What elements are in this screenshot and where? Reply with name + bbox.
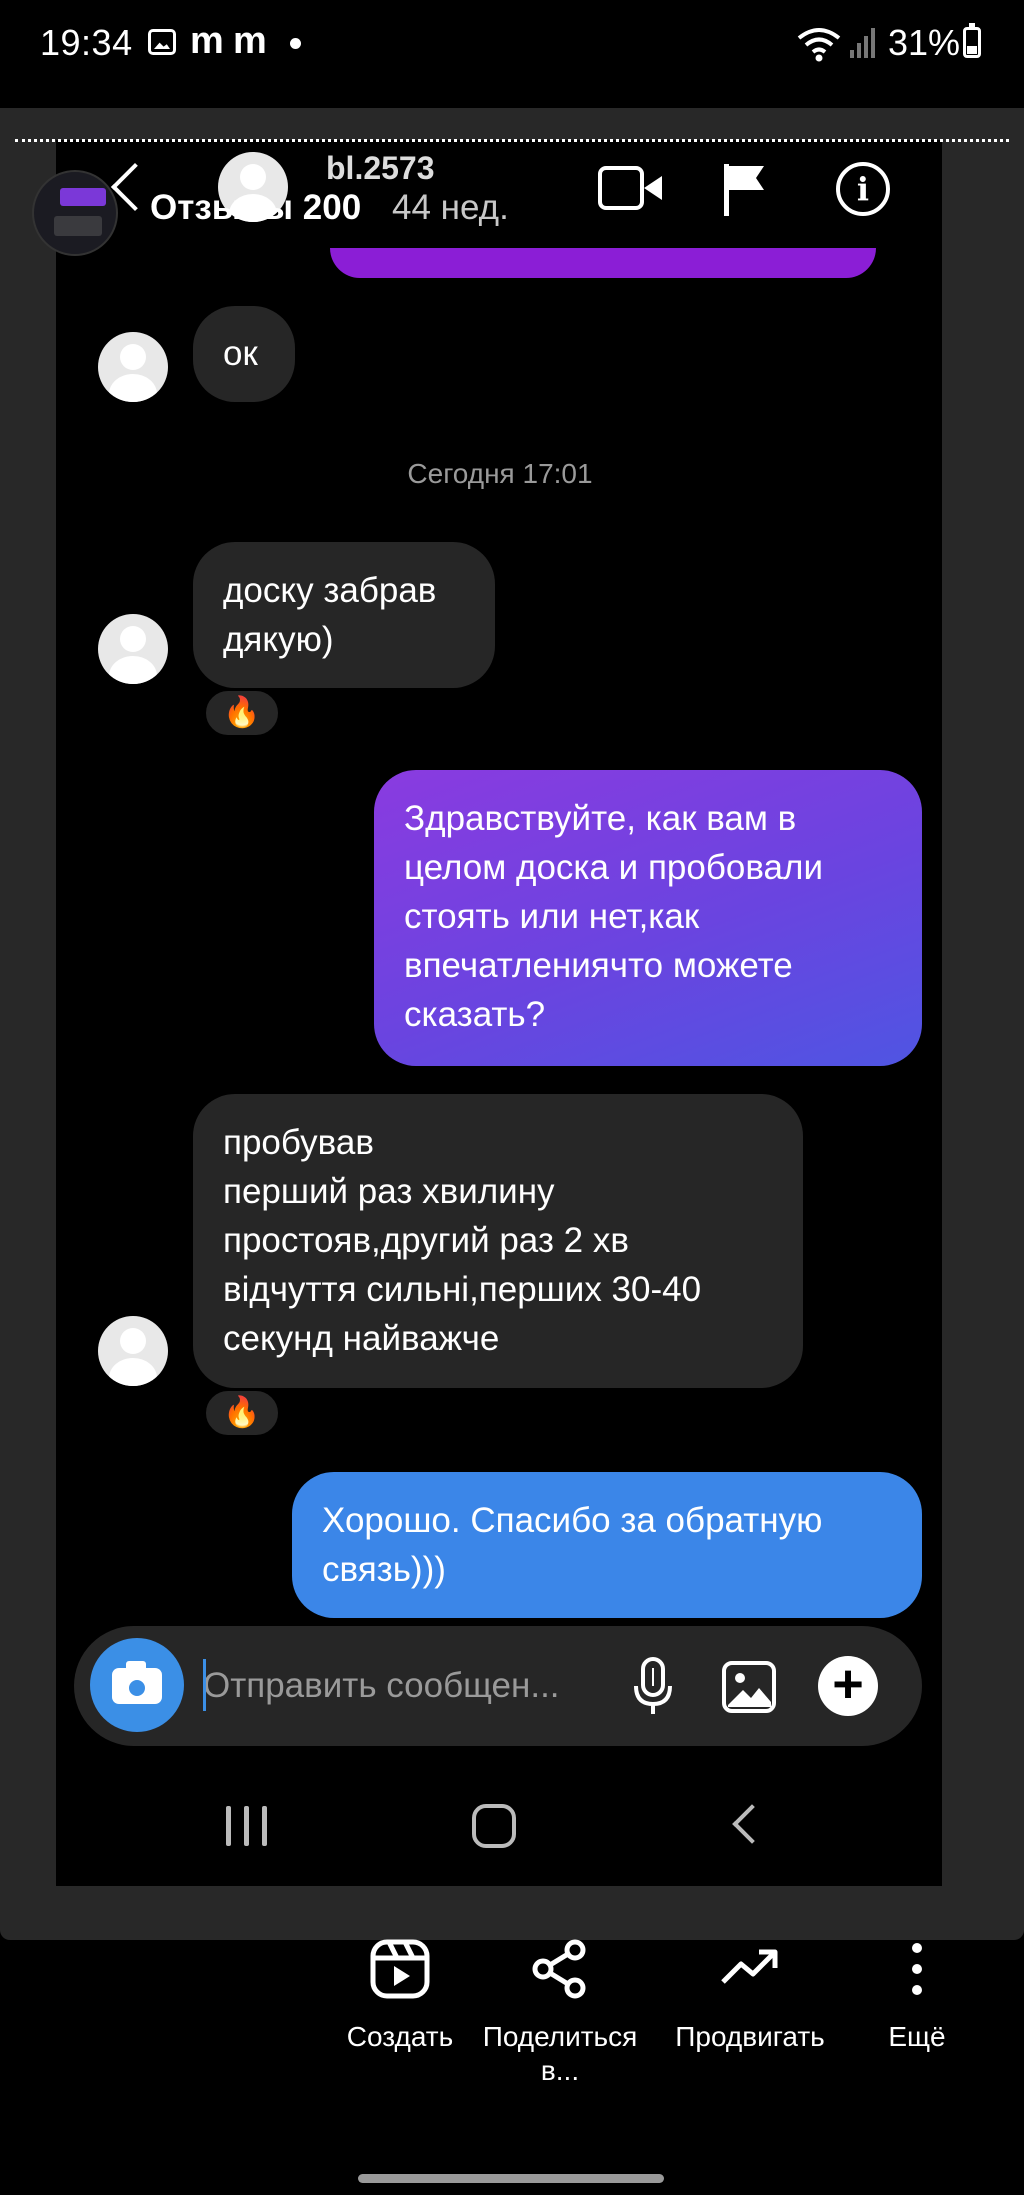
create-button[interactable]: Создать (315, 1938, 485, 2054)
gallery-icon[interactable] (721, 1660, 777, 1714)
text-caret (203, 1659, 206, 1711)
signal-icon (850, 28, 875, 58)
message-input[interactable] (203, 1656, 633, 1716)
more-icon (912, 1943, 922, 1995)
sender-avatar (98, 332, 168, 402)
create-label: Создать (346, 2021, 454, 2052)
story-age: 44 нед. (392, 188, 509, 227)
info-icon[interactable]: i (836, 162, 890, 216)
message-bubble-outgoing (330, 248, 876, 278)
story-title[interactable]: Отзывы 200 (150, 188, 361, 228)
more-label: Ещё (888, 2021, 946, 2052)
promote-label: Продвигать (675, 2021, 825, 2052)
notification-m-icon: m (233, 20, 267, 62)
microphone-icon[interactable] (632, 1656, 674, 1718)
more-notifications-dot (290, 38, 301, 49)
chat-timestamp: Сегодня 17:01 (407, 458, 593, 489)
reels-icon (370, 1939, 430, 1999)
gesture-bar[interactable] (358, 2174, 664, 2183)
story-progress-bar (15, 139, 1009, 142)
share-button[interactable]: Поделиться в... (475, 1938, 645, 2088)
notification-m-icon: m (190, 20, 224, 62)
message-bubble-outgoing: Хорошо. Спасибо за обратную связь))) (292, 1472, 922, 1618)
recents-nav-icon[interactable] (226, 1806, 268, 1846)
message-bubble-incoming: пробував перший раз хвилину простояв,дру… (193, 1094, 803, 1388)
trending-icon (721, 1949, 778, 1984)
battery-percent: 31% (888, 22, 961, 63)
message-bubble-incoming: ок (193, 306, 295, 402)
message-bubble-outgoing: Здравствуйте, как вам в целом доска и пр… (374, 770, 922, 1066)
share-icon (532, 1939, 586, 1999)
status-bar: 19:34 m m 31% (0, 0, 1024, 90)
promote-button[interactable]: Продвигать (665, 1938, 835, 2054)
sender-avatar (98, 1316, 168, 1386)
fire-reaction[interactable]: 🔥 (203, 688, 281, 738)
story-avatar[interactable] (32, 170, 118, 256)
fire-reaction[interactable]: 🔥 (203, 1388, 281, 1438)
status-time: 19:34 (40, 22, 133, 63)
flag-icon[interactable] (722, 162, 766, 218)
chat-username[interactable]: bl.2573 (326, 150, 435, 187)
wifi-icon (797, 28, 841, 62)
video-call-icon[interactable] (598, 166, 662, 210)
sender-avatar (98, 614, 168, 684)
camera-icon[interactable] (90, 1638, 184, 1732)
more-button[interactable]: Ещё (855, 1938, 979, 2054)
battery-icon (963, 23, 981, 58)
share-label: Поделиться в... (482, 2021, 638, 2086)
plus-icon[interactable]: + (818, 1656, 878, 1716)
home-nav-icon[interactable] (472, 1804, 516, 1848)
message-bubble-incoming: доску забрав дякую) (193, 542, 495, 688)
gallery-notification-icon (148, 29, 176, 55)
